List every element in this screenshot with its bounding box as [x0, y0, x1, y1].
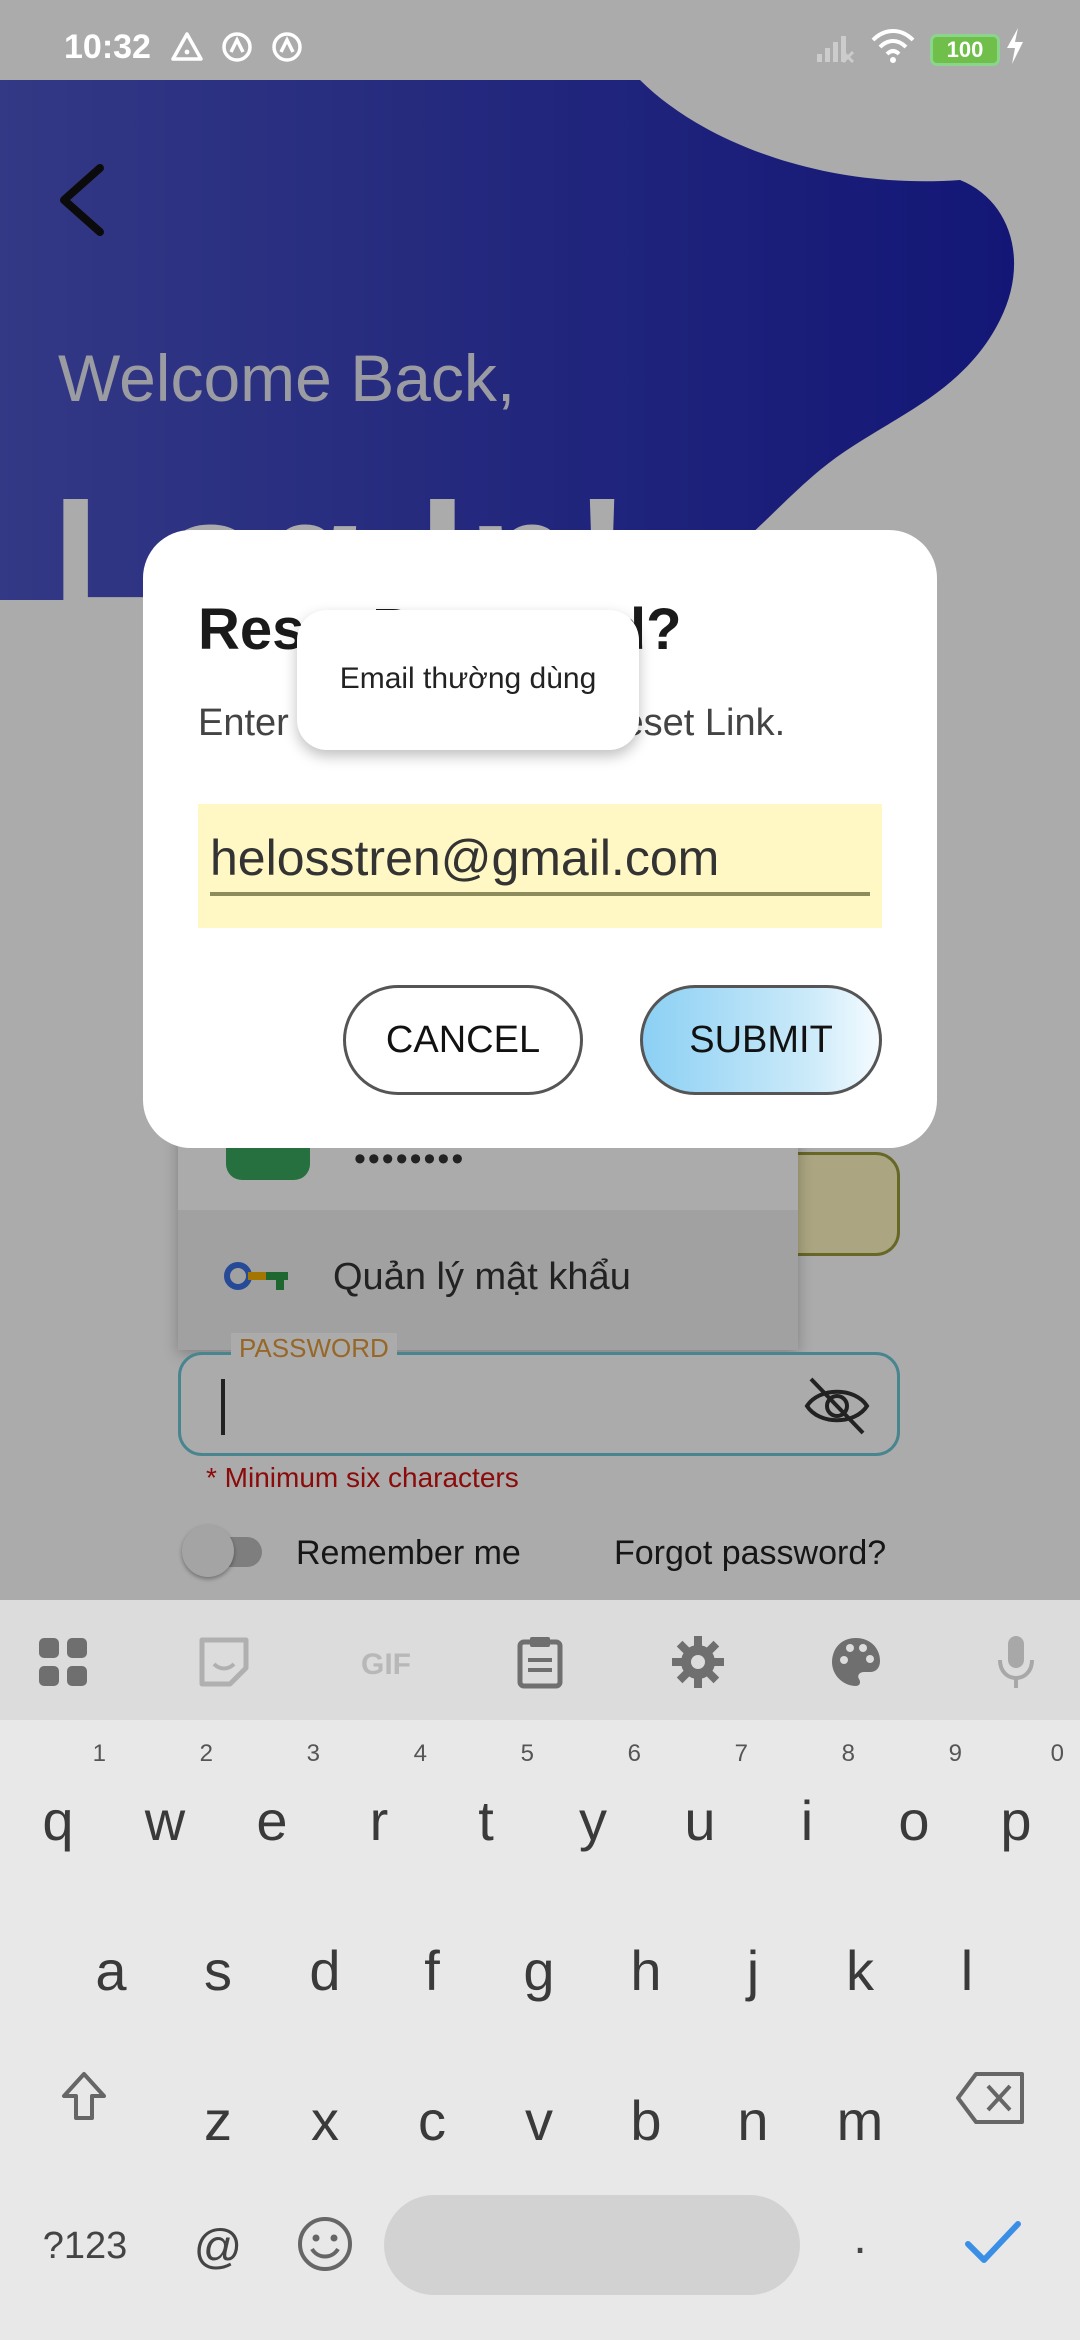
key-number-hint: 2 [199, 1740, 213, 1767]
key-l[interactable]: l [917, 1890, 1017, 2010]
key-label: j [746, 1939, 760, 2002]
key-label: h [630, 1939, 662, 2002]
svg-text:GIF: GIF [361, 1648, 411, 1681]
key-e[interactable]: 3e [222, 1740, 322, 1860]
key-label: d [309, 1939, 341, 2002]
key-label: q [42, 1789, 74, 1852]
symbols-key[interactable]: ?123 [30, 2225, 140, 2268]
key-number-hint: 1 [92, 1740, 106, 1767]
key-z[interactable]: z [168, 2040, 268, 2160]
key-label: c [418, 2089, 446, 2152]
key-a[interactable]: a [61, 1890, 161, 2010]
gif-icon[interactable]: GIF [348, 1634, 424, 1690]
key-i[interactable]: 8i [757, 1740, 857, 1860]
key-number-hint: 8 [841, 1740, 855, 1767]
key-q[interactable]: 1q [8, 1740, 108, 1860]
period-key[interactable]: . [830, 2210, 890, 2265]
check-icon[interactable] [964, 2218, 1022, 2268]
key-t[interactable]: 5t [436, 1740, 536, 1860]
key-label: k [846, 1939, 874, 2002]
sticker-icon[interactable] [196, 1634, 252, 1690]
reset-email-input[interactable] [210, 824, 870, 896]
key-number-hint: 3 [306, 1740, 320, 1767]
signal-icon [817, 36, 855, 64]
key-label: g [523, 1939, 555, 2002]
key-g[interactable]: g [489, 1890, 589, 2010]
key-j[interactable]: j [703, 1890, 803, 2010]
key-label: l [960, 1939, 974, 2002]
key-label: f [424, 1939, 440, 2002]
soft-keyboard: GIF 1q 2w 3e 4r 5t 6y 7u 8i 9o 0p a s d … [0, 1600, 1080, 2340]
reset-email-field [198, 804, 882, 928]
key-label: r [369, 1789, 389, 1852]
key-f[interactable]: f [382, 1890, 482, 2010]
settings-icon[interactable] [670, 1634, 726, 1690]
key-d[interactable]: d [275, 1890, 375, 2010]
key-number-hint: 5 [520, 1740, 534, 1767]
key-h[interactable]: h [596, 1890, 696, 2010]
clipboard-icon[interactable] [512, 1634, 568, 1690]
space-key[interactable] [384, 2195, 800, 2295]
notification-icon-2 [272, 32, 302, 62]
key-label: b [630, 2089, 662, 2152]
key-n[interactable]: n [703, 2040, 803, 2160]
emoji-icon[interactable] [296, 2215, 354, 2273]
key-label: i [800, 1789, 814, 1852]
warning-icon [171, 32, 203, 61]
key-number-hint: 9 [948, 1740, 962, 1767]
key-label: w [144, 1789, 186, 1852]
key-label: t [478, 1789, 494, 1852]
key-x[interactable]: x [275, 2040, 375, 2160]
shift-icon[interactable] [56, 2068, 112, 2124]
key-u[interactable]: 7u [650, 1740, 750, 1860]
keyboard-toolbar: GIF [0, 1600, 1080, 1720]
key-c[interactable]: c [382, 2040, 482, 2160]
key-number-hint: 0 [1050, 1740, 1064, 1767]
backspace-icon[interactable] [954, 2070, 1028, 2126]
key-m[interactable]: m [810, 2040, 910, 2160]
key-number-hint: 7 [734, 1740, 748, 1767]
key-r[interactable]: 4r [329, 1740, 429, 1860]
notification-icon [222, 32, 252, 62]
status-time: 10:32 [64, 28, 151, 66]
key-o[interactable]: 9o [864, 1740, 964, 1860]
key-label: n [737, 2089, 769, 2152]
key-label: s [204, 1939, 232, 2002]
key-label: o [898, 1789, 930, 1852]
key-number-hint: 4 [413, 1740, 427, 1767]
cancel-button[interactable]: CANCEL [343, 985, 583, 1095]
key-label: a [95, 1939, 127, 2002]
key-b[interactable]: b [596, 2040, 696, 2160]
key-label: m [836, 2089, 884, 2152]
key-s[interactable]: s [168, 1890, 268, 2010]
apps-icon[interactable] [35, 1634, 91, 1690]
tooltip-text: Email thường dùng [339, 662, 597, 695]
at-key[interactable]: @ [178, 2220, 258, 2275]
key-label: v [525, 2089, 553, 2152]
key-label: u [684, 1789, 716, 1852]
key-label: p [1000, 1789, 1032, 1852]
palette-icon[interactable] [828, 1634, 884, 1690]
status-bar: 10:32 100 [0, 0, 1080, 80]
wifi-icon [871, 29, 915, 63]
email-tooltip: Email thường dùng [297, 610, 639, 750]
key-y[interactable]: 6y [543, 1740, 643, 1860]
mic-icon[interactable] [988, 1634, 1044, 1690]
key-label: x [311, 2089, 339, 2152]
key-number-hint: 6 [627, 1740, 641, 1767]
submit-button[interactable]: SUBMIT [640, 985, 882, 1095]
key-k[interactable]: k [810, 1890, 910, 2010]
key-label: e [256, 1789, 288, 1852]
charging-icon [1007, 28, 1023, 64]
key-w[interactable]: 2w [115, 1740, 215, 1860]
battery-indicator: 100 [930, 34, 1000, 66]
key-v[interactable]: v [489, 2040, 589, 2160]
key-label: z [204, 2089, 232, 2152]
key-p[interactable]: 0p [966, 1740, 1066, 1860]
key-label: y [579, 1789, 607, 1852]
